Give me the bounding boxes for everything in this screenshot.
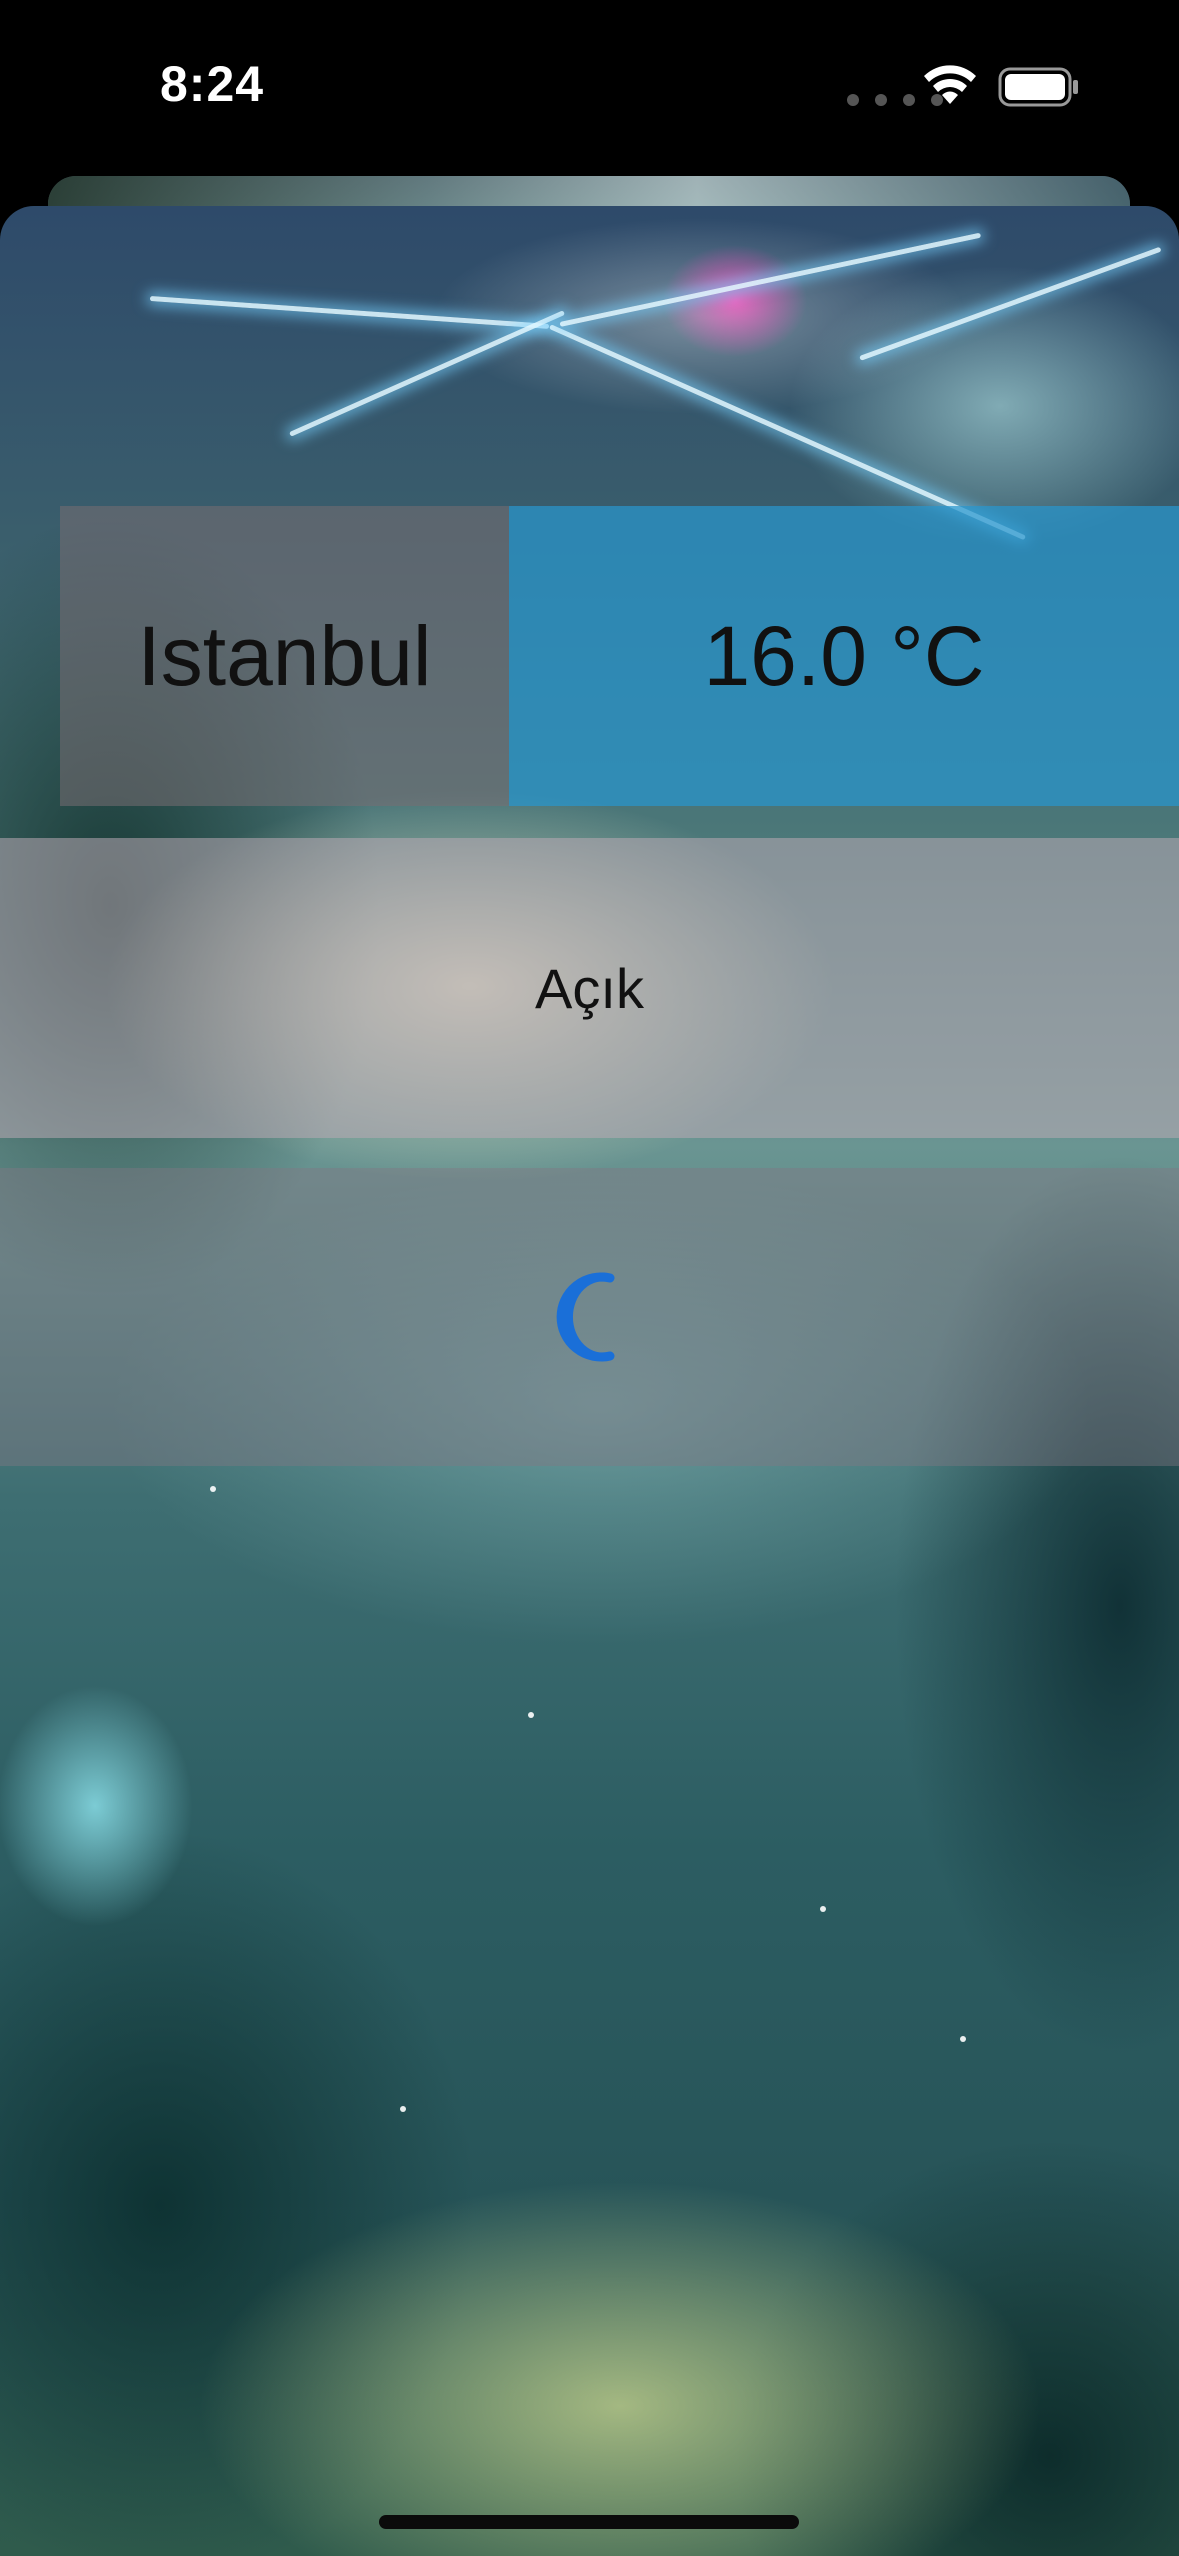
battery-icon bbox=[998, 67, 1078, 107]
condition-row: Açık bbox=[0, 838, 1179, 1138]
condition-icon-row bbox=[0, 1168, 1179, 1466]
status-time: 8:24 bbox=[160, 56, 265, 112]
temperature-value: 16.0 °C bbox=[703, 608, 985, 703]
app-screen: 8:24 Istanbul 16.0 °C Açık bbox=[0, 0, 1179, 2556]
moon-icon bbox=[556, 1272, 614, 1362]
city-name: Istanbul bbox=[137, 608, 432, 703]
background-image-star bbox=[820, 1906, 826, 1912]
wifi-icon bbox=[924, 65, 976, 104]
weather-header-row: Istanbul 16.0 °C bbox=[0, 506, 1179, 806]
background-image-star bbox=[528, 1712, 534, 1718]
background-image-star bbox=[210, 1486, 216, 1492]
temperature-cell: 16.0 °C bbox=[509, 506, 1179, 806]
status-bar: 8:24 bbox=[0, 0, 1179, 175]
weather-sheet[interactable]: Istanbul 16.0 °C Açık bbox=[0, 206, 1179, 2556]
background-image-star bbox=[960, 2036, 966, 2042]
condition-text: Açık bbox=[535, 956, 644, 1020]
home-indicator[interactable] bbox=[379, 2515, 799, 2529]
background-image-star bbox=[400, 2106, 406, 2112]
city-cell: Istanbul bbox=[60, 506, 509, 806]
